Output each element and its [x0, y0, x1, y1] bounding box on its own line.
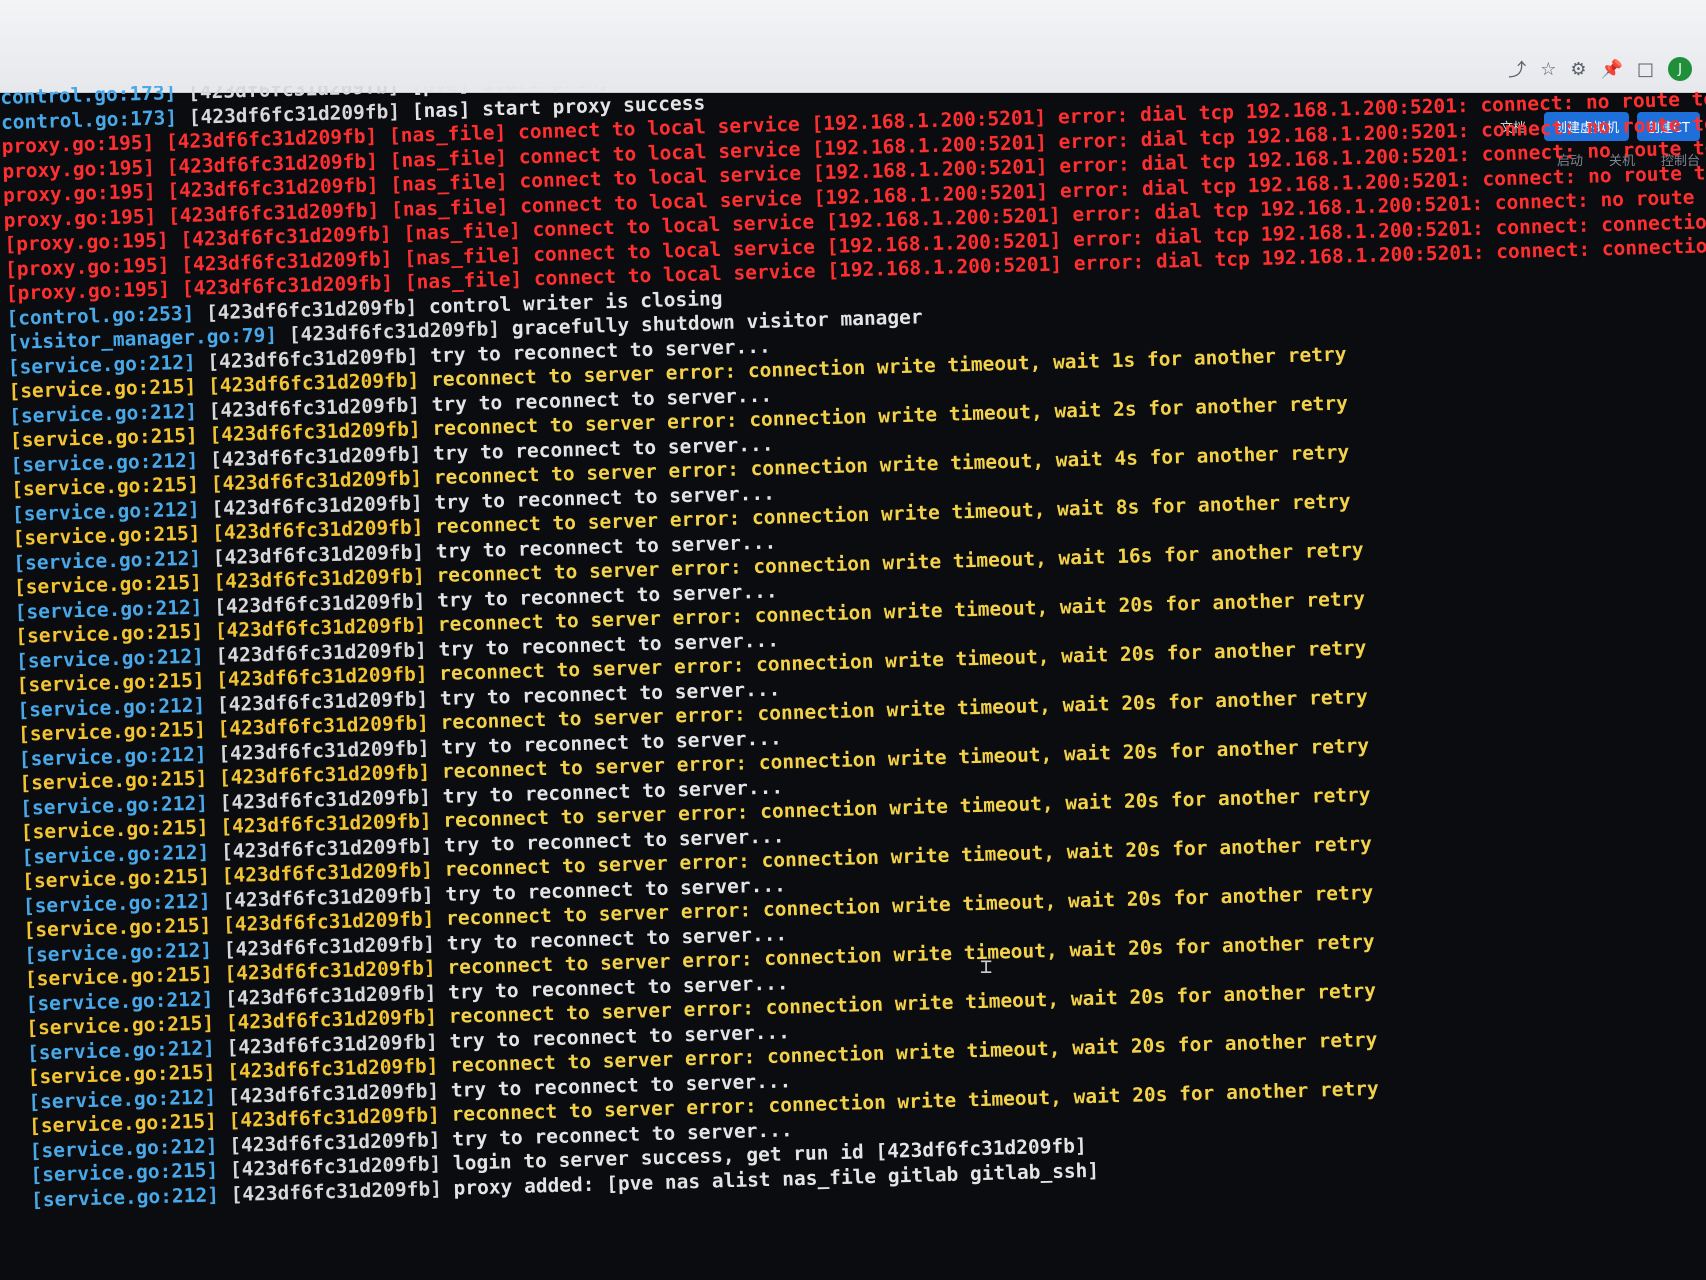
log-source: [service.go:212]	[25, 986, 214, 1016]
log-source: [service.go:215]	[15, 619, 204, 648]
extension-icon[interactable]: ⚙	[1570, 59, 1586, 80]
profile-avatar[interactable]: J	[1668, 57, 1692, 81]
log-source: [service.go:215]	[21, 864, 211, 893]
terminal-log: control.go:173] [423df6fc31d209fb] [pve]…	[0, 86, 1706, 1213]
log-source: [service.go:215]	[10, 472, 200, 501]
text-cursor-icon: ⌶	[980, 954, 993, 978]
log-source: proxy.go:195]	[2, 179, 156, 207]
log-source: [service.go:215]	[19, 766, 208, 795]
log-source: [service.go:215]	[20, 815, 209, 844]
log-source: [service.go:212]	[26, 1035, 216, 1065]
browser-toolbar: ⤴ ☆ ⚙ 📌 □ J	[0, 0, 1706, 93]
log-source: [proxy.go:195]	[4, 228, 170, 256]
log-source: [service.go:215]	[12, 521, 201, 550]
log-source: [service.go:212]	[19, 790, 209, 820]
log-source: [service.go:212]	[14, 595, 203, 624]
log-source: [service.go:212]	[11, 497, 201, 526]
log-source: [service.go:215]	[23, 913, 212, 942]
log-source: [service.go:212]	[17, 693, 206, 722]
log-source: [service.go:215]	[8, 374, 197, 403]
log-source: [service.go:212]	[7, 350, 196, 379]
log-source: [service.go:215]	[24, 962, 214, 991]
pin-icon[interactable]: 📌	[1601, 59, 1623, 80]
log-source: [service.go:215]	[16, 668, 205, 697]
log-source: [service.go:215]	[25, 1011, 215, 1040]
log-source: [service.go:215]	[13, 570, 203, 599]
log-source: [service.go:215]	[9, 423, 198, 452]
log-source: [service.go:212]	[29, 1133, 218, 1163]
toolbar-icon-group: ⤴ ☆ ⚙ 📌 □ J	[1508, 56, 1692, 82]
log-source: [service.go:212]	[23, 937, 213, 967]
log-source: [service.go:212]	[28, 1084, 217, 1114]
terminal-window[interactable]: control.go:173] [423df6fc31d209fb] [pve]…	[0, 86, 1706, 1280]
log-source: [service.go:215]	[17, 717, 207, 746]
log-source: control.go:173]	[0, 105, 178, 134]
log-source: [service.go:212]	[30, 1182, 220, 1212]
log-source: [service.go:212]	[8, 399, 198, 428]
log-source: [service.go:215]	[30, 1158, 219, 1187]
log-source: proxy.go:195]	[2, 155, 156, 183]
log-source: [proxy.go:195]	[4, 252, 170, 281]
log-source: [service.go:212]	[21, 839, 210, 869]
sidebar-icon[interactable]: □	[1637, 59, 1654, 80]
log-source: proxy.go:195]	[1, 130, 155, 158]
log-source: [control.go:253]	[6, 301, 195, 330]
log-source: [service.go:212]	[22, 888, 211, 918]
log-source: [service.go:215]	[27, 1060, 216, 1089]
log-source: [proxy.go:195]	[5, 277, 171, 305]
log-run-id: [423df6fc31d209fb]	[230, 1176, 443, 1206]
log-source: proxy.go:195]	[3, 204, 157, 232]
log-source: [service.go:215]	[28, 1109, 218, 1138]
log-source: [service.go:212]	[10, 448, 199, 477]
log-source: [service.go:212]	[12, 546, 202, 575]
star-icon[interactable]: ☆	[1540, 59, 1556, 80]
log-source: [service.go:212]	[15, 644, 205, 673]
log-source: [service.go:212]	[18, 741, 207, 771]
share-icon[interactable]: ⤴	[1508, 56, 1526, 82]
